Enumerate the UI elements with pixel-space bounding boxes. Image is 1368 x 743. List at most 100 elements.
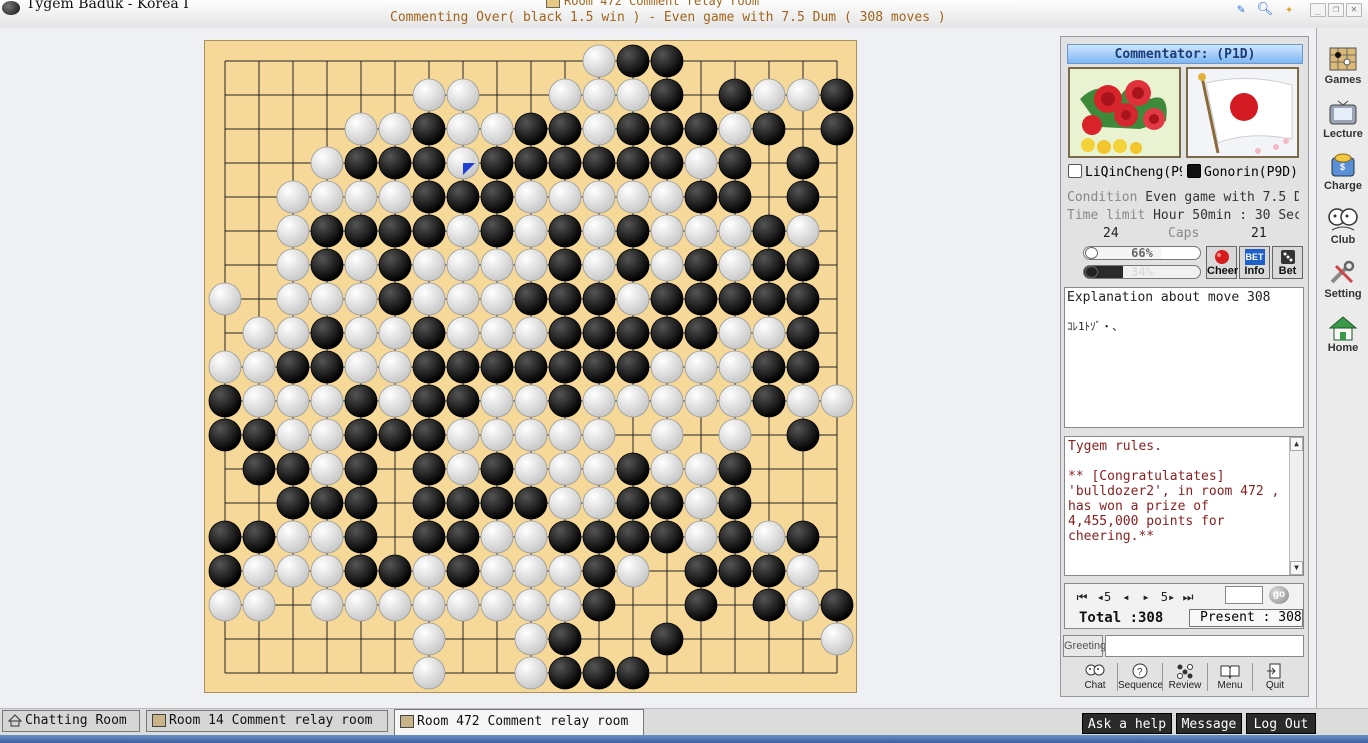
forward-1-button[interactable]: ▸ (1139, 589, 1153, 605)
rose-bouquet-icon (1070, 69, 1179, 156)
greeting-button[interactable]: Greeting (1063, 635, 1106, 657)
black-stone (582, 282, 616, 316)
white-stone (344, 588, 378, 622)
logout-button[interactable]: Log Out (1246, 713, 1316, 734)
close-button[interactable]: ✕ (1346, 3, 1362, 17)
white-stone (684, 214, 718, 248)
tab-room-472[interactable]: Room 472 Comment relay room (394, 709, 644, 735)
black-stone (752, 282, 786, 316)
white-player-avatar (1068, 67, 1181, 158)
black-stone (548, 282, 582, 316)
white-stone (276, 282, 310, 316)
white-player-row[interactable]: LiQinCheng(P9D) (1068, 164, 1182, 182)
board-canvas[interactable] (205, 41, 858, 694)
quit-button[interactable]: Quit (1253, 661, 1297, 693)
black-stone (378, 214, 412, 248)
white-stone (412, 282, 446, 316)
commentator-header: Commentator: (P1D) (1067, 44, 1303, 64)
white-stone (310, 384, 344, 418)
white-stone (650, 350, 684, 384)
scroll-down-icon[interactable]: ▼ (1290, 561, 1303, 575)
white-stone (786, 588, 820, 622)
charge-label: Charge (1324, 180, 1362, 192)
restore-button[interactable]: ❐ (1328, 3, 1344, 17)
info-button[interactable]: BET Info (1239, 246, 1270, 279)
black-stone (684, 554, 718, 588)
club-people-icon (1328, 208, 1358, 231)
white-stone (582, 78, 616, 112)
white-stone (718, 384, 752, 418)
white-stone (514, 316, 548, 350)
white-stone (718, 418, 752, 452)
club-button[interactable]: Club (1319, 204, 1367, 250)
white-player-name: LiQinCheng(P9D) (1085, 165, 1182, 180)
scroll-up-icon[interactable]: ▲ (1290, 437, 1303, 451)
white-stone (480, 282, 514, 316)
back-5-button[interactable]: ◂5 (1095, 589, 1113, 605)
greeting-input[interactable] (1105, 635, 1304, 657)
white-stone (276, 418, 310, 452)
review-button[interactable]: Review (1163, 661, 1207, 693)
black-stone (208, 384, 242, 418)
tab-room-14[interactable]: Room 14 Comment relay room (146, 710, 388, 732)
forward-5-button[interactable]: 5▸ (1159, 589, 1177, 605)
sequence-button[interactable]: ? Sequence (1118, 661, 1163, 693)
black-stone (446, 554, 480, 588)
minimize-button[interactable]: _ (1310, 3, 1326, 17)
lecture-button[interactable]: Lecture (1319, 98, 1367, 144)
games-button[interactable]: Games (1319, 44, 1367, 90)
black-stone (412, 452, 446, 486)
white-stone (514, 418, 548, 452)
black-stone (480, 452, 514, 486)
white-stone (276, 180, 310, 214)
home-button[interactable]: Home (1319, 312, 1367, 358)
white-stone (514, 622, 548, 656)
bet-button[interactable]: Bet (1272, 246, 1303, 279)
black-stone (412, 486, 446, 520)
black-stone (650, 520, 684, 554)
white-stone (378, 384, 412, 418)
black-cheer-bar: 34% (1083, 265, 1201, 279)
cheer-button[interactable]: Cheer (1206, 246, 1238, 279)
white-stone (650, 214, 684, 248)
black-stone (650, 78, 684, 112)
white-stone (310, 282, 344, 316)
white-stone (412, 588, 446, 622)
system-message-box[interactable]: Tygem rules. ** [Congratulatates] 'bulld… (1064, 436, 1304, 576)
go-button[interactable]: go (1269, 586, 1289, 604)
search-icon[interactable]: 🔍︎ (1256, 2, 1274, 18)
black-cheer-label: 34% (1131, 265, 1153, 279)
white-stone (242, 554, 276, 588)
message-button[interactable]: Message (1176, 713, 1242, 734)
black-stone (650, 622, 684, 656)
bulb-icon[interactable]: ✦ (1280, 2, 1298, 18)
white-stone (514, 384, 548, 418)
white-stone (242, 316, 276, 350)
message-scrollbar[interactable]: ▲ ▼ (1289, 437, 1303, 575)
menu-button[interactable]: Menu (1208, 661, 1252, 693)
condition-row: Condition Even game with 7.5 Dum (1067, 190, 1299, 206)
charge-button[interactable]: $ Charge (1319, 150, 1367, 196)
black-player-row[interactable]: Gonorin(P9D) (1187, 164, 1301, 182)
white-stone (310, 452, 344, 486)
black-stone (548, 384, 582, 418)
ask-help-button[interactable]: Ask a help (1082, 713, 1172, 734)
black-stone (616, 214, 650, 248)
black-stone (616, 656, 650, 690)
back-1-button[interactable]: ◂ (1119, 589, 1133, 605)
setting-button[interactable]: Setting (1319, 258, 1367, 304)
tab-chatting-room[interactable]: Chatting Room (2, 710, 140, 732)
white-stone (276, 248, 310, 282)
go-board[interactable] (204, 40, 857, 693)
move-explanation-box[interactable]: Explanation about move 308 ｺﾚ1ﾄｿﾞ・、 (1064, 287, 1304, 428)
move-number-input[interactable] (1225, 586, 1263, 604)
first-move-button[interactable]: ⏮ (1075, 589, 1089, 605)
paint-icon[interactable]: ✎ (1232, 2, 1250, 18)
black-stone (820, 78, 854, 112)
games-board-icon (1329, 47, 1357, 71)
caps-label: Caps (1168, 226, 1200, 241)
white-stone (344, 350, 378, 384)
chat-button[interactable]: Chat (1073, 661, 1117, 693)
last-move-button[interactable]: ⏭ (1181, 589, 1195, 605)
white-stone (548, 452, 582, 486)
